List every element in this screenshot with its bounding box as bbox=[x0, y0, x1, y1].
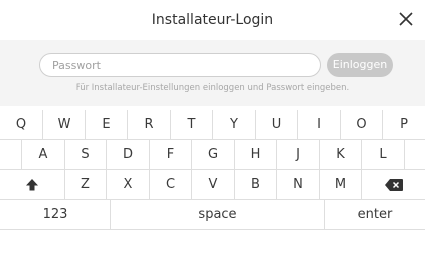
key-u[interactable]: U bbox=[255, 110, 297, 140]
key-p[interactable]: P bbox=[382, 110, 425, 140]
keyboard-row-3: Z X C V B N M bbox=[0, 170, 425, 200]
key-r[interactable]: R bbox=[127, 110, 170, 140]
key-v[interactable]: V bbox=[191, 170, 234, 200]
space-key[interactable]: space bbox=[110, 200, 324, 230]
numbers-key[interactable]: 123 bbox=[0, 200, 110, 230]
close-icon[interactable] bbox=[397, 10, 415, 28]
shift-key[interactable] bbox=[0, 170, 64, 200]
key-h[interactable]: H bbox=[234, 140, 276, 170]
key-s[interactable]: S bbox=[64, 140, 106, 170]
key-spacer-right bbox=[404, 140, 425, 170]
key-x[interactable]: X bbox=[106, 170, 149, 200]
key-k[interactable]: K bbox=[319, 140, 361, 170]
enter-key[interactable]: enter bbox=[324, 200, 425, 230]
key-b[interactable]: B bbox=[234, 170, 276, 200]
key-f[interactable]: F bbox=[149, 140, 191, 170]
key-z[interactable]: Z bbox=[64, 170, 106, 200]
key-l[interactable]: L bbox=[361, 140, 404, 170]
key-n[interactable]: N bbox=[276, 170, 319, 200]
shift-icon bbox=[25, 177, 39, 192]
key-q[interactable]: Q bbox=[0, 110, 42, 140]
key-e[interactable]: E bbox=[85, 110, 127, 140]
key-d[interactable]: D bbox=[106, 140, 149, 170]
key-j[interactable]: J bbox=[276, 140, 319, 170]
key-i[interactable]: I bbox=[297, 110, 340, 140]
keyboard-row-4: 123 space enter bbox=[0, 200, 425, 230]
dialog-header: Installateur-Login bbox=[0, 0, 425, 40]
login-hint: Für Installateur-Einstellungen einloggen… bbox=[75, 83, 350, 93]
key-g[interactable]: G bbox=[191, 140, 234, 170]
key-m[interactable]: M bbox=[319, 170, 361, 200]
backspace-key[interactable] bbox=[361, 170, 425, 200]
key-w[interactable]: W bbox=[42, 110, 85, 140]
dialog-title: Installateur-Login bbox=[151, 12, 274, 28]
backspace-icon bbox=[384, 177, 404, 192]
key-spacer-left bbox=[0, 140, 21, 170]
key-y[interactable]: Y bbox=[212, 110, 255, 140]
key-c[interactable]: C bbox=[149, 170, 191, 200]
keyboard-row-1: Q W E R T Y U I O P bbox=[0, 110, 425, 140]
on-screen-keyboard: Q W E R T Y U I O P A S D F G H J K L Z … bbox=[0, 106, 425, 260]
login-panel: Einloggen Für Installateur-Einstellungen… bbox=[0, 40, 425, 106]
key-a[interactable]: A bbox=[21, 140, 64, 170]
login-button[interactable]: Einloggen bbox=[327, 53, 393, 77]
keyboard-row-2: A S D F G H J K L bbox=[0, 140, 425, 170]
key-o[interactable]: O bbox=[340, 110, 382, 140]
key-t[interactable]: T bbox=[170, 110, 212, 140]
password-input[interactable] bbox=[39, 53, 321, 77]
